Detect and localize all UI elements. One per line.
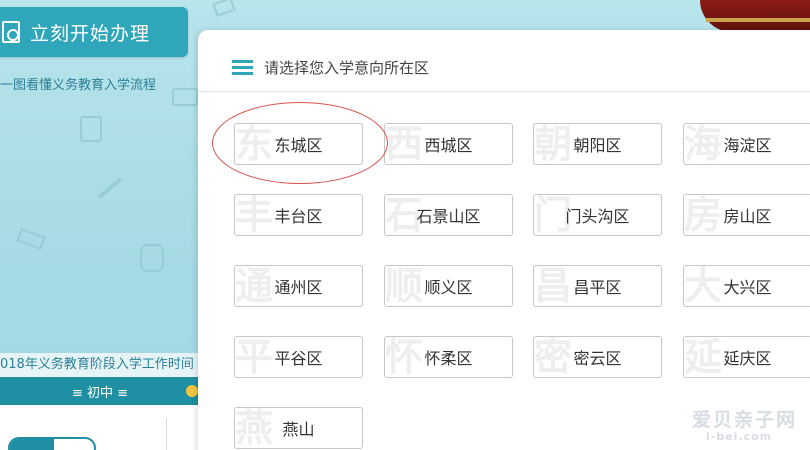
district-button[interactable]: 海海淀区 [683, 123, 810, 165]
district-button[interactable]: 平平谷区 [234, 336, 363, 378]
district-label: 海淀区 [723, 136, 772, 155]
site-watermark: 爱贝亲子网 i-bei.com [692, 405, 797, 443]
district-label: 昌平区 [573, 278, 622, 297]
district-watermark-char: 通 [235, 265, 274, 307]
district-button[interactable]: 丰丰台区 [234, 194, 363, 236]
district-watermark-char: 燕 [235, 407, 274, 449]
list-icon [232, 60, 253, 75]
district-label: 通州区 [274, 278, 323, 297]
dialog-header: 请选择您入学意向所在区 [198, 30, 810, 92]
district-watermark-char: 大 [684, 265, 723, 307]
district-watermark-char: 海 [684, 123, 723, 165]
district-label: 石景山区 [416, 207, 481, 226]
start-now-button[interactable]: 立刻开始办理 [0, 7, 188, 57]
start-button-label: 立刻开始办理 [30, 22, 151, 45]
divider [166, 418, 167, 450]
district-button[interactable]: 大大兴区 [683, 265, 810, 307]
district-watermark-char: 房 [684, 194, 723, 236]
temple-of-heaven-image [700, 0, 810, 32]
district-button[interactable]: 昌昌平区 [533, 265, 662, 307]
district-button[interactable]: 密密云区 [533, 336, 662, 378]
district-label: 顺义区 [424, 278, 473, 297]
document-icon [2, 21, 20, 43]
district-watermark-char: 延 [684, 336, 723, 378]
annotation-circle [212, 102, 388, 184]
district-watermark-char: 怀 [385, 336, 424, 378]
calculator-icon [80, 116, 102, 142]
enrollment-flow-link[interactable]: 一图看懂义务教育入学流程 [0, 74, 156, 93]
district-button[interactable]: 房房山区 [683, 194, 810, 236]
watermark-text: 爱贝亲子网 [692, 409, 798, 431]
district-label: 房山区 [723, 207, 772, 226]
district-label: 怀柔区 [424, 349, 473, 368]
district-label: 门头沟区 [565, 207, 630, 226]
district-watermark-char: 朝 [534, 123, 573, 165]
tab-junior-high[interactable]: ≡ 初中 ≡ [0, 377, 200, 405]
district-watermark-char: 昌 [534, 265, 573, 307]
district-select-dialog: 请选择您入学意向所在区 [198, 30, 810, 450]
district-button[interactable]: 石石景山区 [384, 194, 513, 236]
district-button[interactable]: 门门头沟区 [533, 194, 662, 236]
backpack-icon [140, 244, 164, 272]
enrollment-schedule-notice[interactable]: 018年义务教育阶段入学工作时间 [0, 353, 200, 377]
toggle-switch[interactable] [8, 437, 96, 450]
district-label: 朝阳区 [573, 136, 622, 155]
district-label: 延庆区 [723, 349, 772, 368]
district-label: 西城区 [424, 136, 473, 155]
watermark-url: i-bei.com [706, 430, 773, 443]
book-icon [172, 88, 198, 106]
district-button[interactable]: 朝朝阳区 [533, 123, 662, 165]
district-button[interactable]: 通通州区 [234, 265, 363, 307]
district-label: 丰台区 [274, 207, 323, 226]
district-button[interactable]: 顺顺义区 [384, 265, 513, 307]
district-label: 大兴区 [723, 278, 772, 297]
clock-icon [186, 385, 198, 397]
district-label: 燕山 [282, 420, 315, 439]
district-label: 平谷区 [274, 349, 323, 368]
district-watermark-char: 密 [534, 336, 573, 378]
district-label: 密云区 [573, 349, 622, 368]
dialog-title: 请选择您入学意向所在区 [264, 59, 430, 77]
district-watermark-char: 顺 [385, 265, 424, 307]
district-watermark-char: 平 [235, 336, 274, 378]
district-button[interactable]: 怀怀柔区 [384, 336, 513, 378]
district-button[interactable]: 燕燕山 [234, 407, 363, 449]
district-button[interactable]: 延延庆区 [683, 336, 810, 378]
district-watermark-char: 西 [385, 123, 424, 165]
grade-tab-label: ≡ 初中 ≡ [71, 385, 129, 401]
district-watermark-char: 丰 [235, 194, 274, 236]
district-button[interactable]: 西西城区 [384, 123, 513, 165]
